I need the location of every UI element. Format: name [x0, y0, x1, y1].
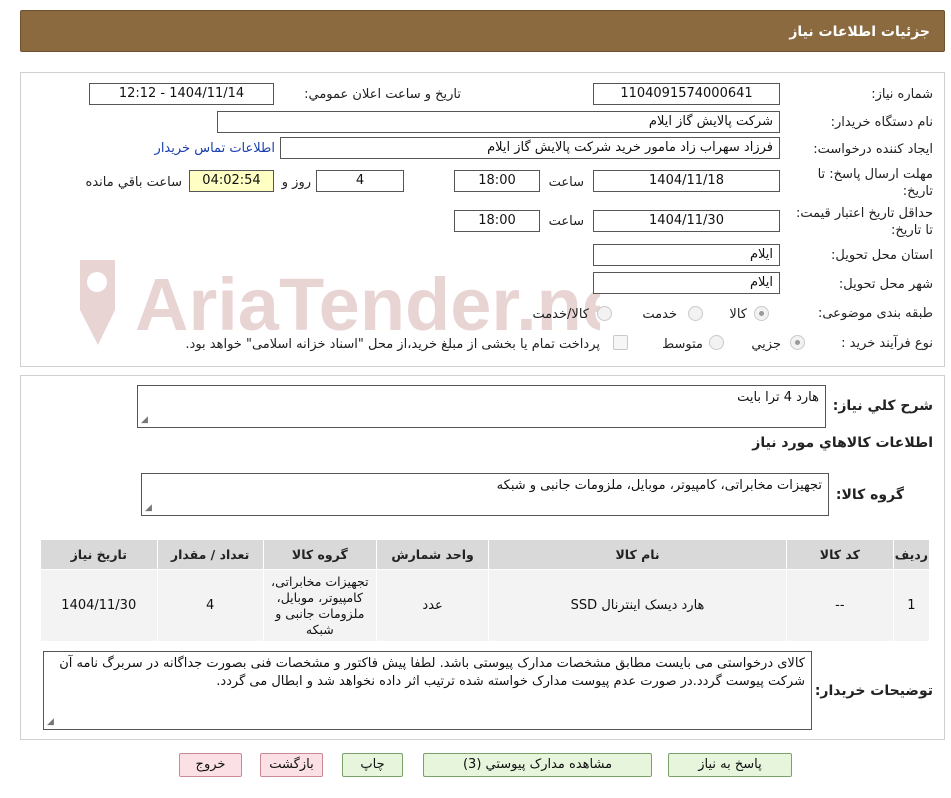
creator-label: ايجاد کننده درخواست:: [813, 142, 933, 157]
table-header-row: رديف کد کالا نام کالا واحد شمارش گروه کا…: [40, 539, 931, 570]
resize-grip-icon[interactable]: ◢: [145, 504, 152, 513]
description-label: شرح کلي نياز:: [832, 398, 933, 414]
province-label: استان محل تحويل:: [831, 248, 933, 263]
items-table: رديف کد کالا نام کالا واحد شمارش گروه کا…: [40, 539, 931, 642]
process-option-medium: متوسط: [662, 337, 703, 352]
cell-code: --: [785, 569, 894, 642]
buyer-contact-link[interactable]: اطلاعات تماس خريدار: [155, 141, 275, 156]
goods-group-label: گروه کالا:: [835, 487, 904, 503]
province-field: ايلام: [593, 244, 780, 266]
watermark-text: AriaTender.neT: [135, 263, 600, 346]
goods-group-text: تجهیزات مخابراتی، کامپیوتر، موبایل، ملزو…: [496, 478, 822, 493]
description-text: هارد 4 ترا بایت: [737, 390, 819, 405]
back-button[interactable]: بازگشت: [260, 753, 323, 777]
validity-time-label: ساعت: [548, 214, 584, 229]
page-header: جزئیات اطلاعات نیاز: [20, 10, 945, 52]
need-number-label: شماره نیاز:: [871, 87, 933, 102]
process-label: نوع فرآيند خريد :: [841, 336, 933, 351]
col-code-header: کد کالا: [785, 539, 894, 570]
description-textarea[interactable]: هارد 4 ترا بایت ◢: [137, 385, 826, 428]
announce-label: تاریخ و ساعت اعلان عمومي:: [304, 87, 461, 102]
reply-button[interactable]: پاسخ به نياز: [668, 753, 792, 777]
days-field: 4: [316, 170, 404, 192]
buyer-org-label: نام دستگاه خريدار:: [830, 115, 933, 130]
col-group-header: گروه کالا: [262, 539, 377, 570]
validity-date-field: 1404/11/30: [593, 210, 780, 232]
exit-button[interactable]: خروج: [179, 753, 242, 777]
table-row: 1 -- هارد دیسک اینترنال SSD عدد تجهیزات …: [40, 569, 931, 642]
col-unit-header: واحد شمارش: [375, 539, 490, 570]
city-field: ايلام: [593, 272, 780, 294]
remaining-time-field: 04:02:54: [189, 170, 274, 192]
payment-note: پرداخت تمام یا بخشی از مبلغ خرید،از محل …: [185, 337, 600, 352]
category-radio-goods-service[interactable]: [597, 306, 612, 321]
cell-date: 1404/11/30: [40, 569, 158, 642]
cell-group: تجهیزات مخابراتی، کامپیوتر، موبایل، ملزو…: [262, 569, 377, 642]
col-qty-header: تعداد / مقدار: [156, 539, 264, 570]
city-label: شهر محل تحويل:: [838, 277, 933, 292]
buyer-notes-label: توضيحات خريدار:: [814, 683, 933, 699]
resize-grip-icon[interactable]: ◢: [47, 718, 54, 727]
page-title: جزئیات اطلاعات نیاز: [789, 24, 930, 40]
validity-time-field: 18:00: [454, 210, 540, 232]
treasury-checkbox[interactable]: [613, 335, 628, 350]
cell-row: 1: [892, 569, 931, 642]
print-button[interactable]: چاپ: [342, 753, 403, 777]
deadline-time-field: 18:00: [454, 170, 540, 192]
col-row-header: رديف: [892, 539, 931, 570]
deadline-time-label: ساعت: [548, 175, 584, 190]
goods-section-title: اطلاعات کالاهاي مورد نياز: [752, 435, 933, 451]
process-option-minor: جزيي: [751, 337, 781, 352]
deadline-label: مهلت ارسال پاسخ: تا تاريخ:: [817, 167, 933, 199]
cell-unit: عدد: [375, 569, 490, 642]
col-date-header: تاريخ نياز: [40, 539, 158, 570]
category-radio-service[interactable]: [688, 306, 703, 321]
goods-group-textarea[interactable]: تجهیزات مخابراتی، کامپیوتر، موبایل، ملزو…: [141, 473, 829, 516]
process-radio-minor[interactable]: [790, 335, 805, 350]
days-label: روز و: [281, 175, 311, 190]
buyer-org-field: شرکت پالايش گاز ايلام: [217, 111, 780, 133]
cell-name: هارد دیسک اینترنال SSD: [488, 569, 787, 642]
validity-label: حداقل تاريخ اعتبار قيمت: تا تاريخ:: [795, 206, 933, 238]
category-option-service: خدمت: [642, 307, 677, 322]
view-attachments-button[interactable]: مشاهده مدارک پيوستي (3): [423, 753, 652, 777]
deadline-date-field: 1404/11/18: [593, 170, 780, 192]
category-option-goods-service: کالا/خدمت: [532, 307, 589, 322]
need-number-field: 1104091574000641: [593, 83, 780, 105]
cell-qty: 4: [156, 569, 264, 642]
col-name-header: نام کالا: [488, 539, 787, 570]
buyer-notes-text: کالای درخواستی می بایست مطابق مشخصات مدا…: [59, 656, 805, 689]
category-option-goods: کالا: [729, 307, 747, 322]
resize-grip-icon[interactable]: ◢: [141, 416, 148, 425]
remaining-label: ساعت باقي مانده: [85, 175, 182, 190]
category-radio-goods[interactable]: [754, 306, 769, 321]
buyer-notes-textarea[interactable]: کالای درخواستی می بایست مطابق مشخصات مدا…: [43, 651, 812, 730]
category-label: طبقه بندی موضوعی:: [817, 306, 933, 321]
announce-field: 1404/11/14 - 12:12: [89, 83, 274, 105]
process-radio-medium[interactable]: [709, 335, 724, 350]
creator-field: فرزاد سهراب زاد مامور خرید شرکت پالایش گ…: [280, 137, 780, 159]
